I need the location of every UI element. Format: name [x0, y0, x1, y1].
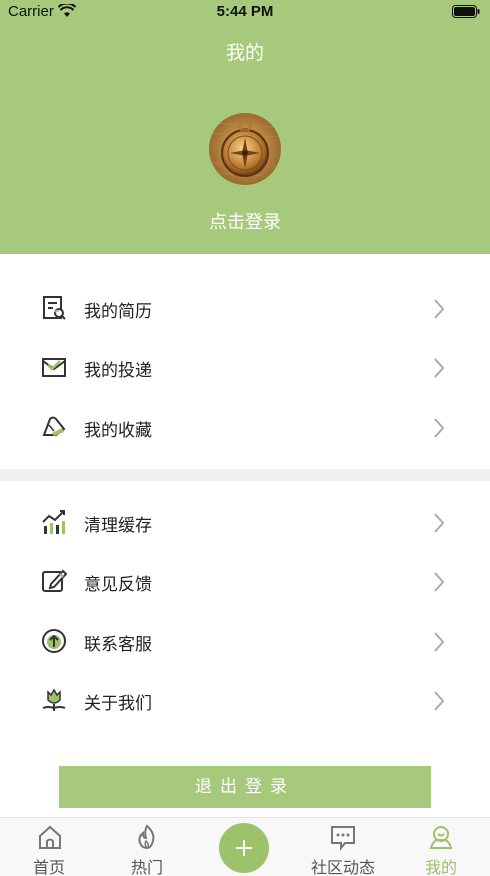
flower-icon	[42, 688, 66, 711]
status-bar: Carrier 5:44 PM	[0, 0, 490, 24]
upload-circle-icon	[42, 629, 66, 653]
menu-label-resume: 我的简历	[84, 302, 152, 322]
chat-icon	[331, 826, 355, 851]
compass-avatar-icon	[209, 113, 281, 185]
avatar[interactable]	[209, 113, 281, 185]
chart-bars-icon	[42, 510, 65, 534]
envelope-check-icon	[42, 358, 66, 377]
menu-label-about: 关于我们	[84, 694, 152, 714]
tab-label-hot: 热门	[130, 858, 163, 876]
chevron-right-icon	[434, 299, 445, 319]
page-title: 我的	[225, 42, 264, 64]
menu-item-favorites[interactable]: 我的收藏	[0, 398, 490, 457]
tab-mine[interactable]: 我的	[392, 818, 490, 876]
flame-icon	[138, 824, 155, 850]
login-link[interactable]: 点击登录	[0, 208, 490, 234]
home-icon	[39, 825, 61, 849]
chevron-right-icon	[434, 691, 445, 711]
chevron-right-icon	[434, 513, 445, 533]
resume-search-icon	[43, 296, 66, 320]
menu-item-feedback[interactable]: 意见反馈	[0, 552, 490, 611]
battery-icon	[452, 5, 480, 18]
tab-label-community: 社区动态	[310, 858, 375, 876]
add-post-button[interactable]	[219, 823, 269, 873]
chevron-right-icon	[434, 632, 445, 652]
tab-home[interactable]: 首页	[0, 818, 98, 876]
tab-community[interactable]: 社区动态	[294, 818, 392, 876]
edit-icon	[42, 569, 68, 592]
menu-item-about[interactable]: 关于我们	[0, 671, 490, 730]
tab-hot[interactable]: 热门	[98, 818, 196, 876]
menu-item-applications[interactable]: 我的投递	[0, 338, 490, 397]
chevron-right-icon	[434, 572, 445, 592]
menu-item-customer-service[interactable]: 联系客服	[0, 612, 490, 671]
profile-icon	[429, 826, 453, 849]
tab-label-mine: 我的	[424, 858, 457, 876]
menu-label-feedback: 意见反馈	[84, 575, 152, 595]
menu-label-clear-cache: 清理缓存	[84, 516, 152, 536]
menu-item-resume[interactable]: 我的简历	[0, 279, 490, 338]
tab-bar: 首页 热门 社区动态 我的	[0, 817, 490, 876]
menu-label-favorites: 我的收藏	[84, 421, 152, 441]
profile-header: Carrier 5:44 PM 我的 点击登录	[0, 0, 490, 254]
chevron-right-icon	[434, 358, 445, 378]
menu-label-applications: 我的投递	[84, 361, 152, 381]
section-divider	[0, 469, 490, 481]
tab-label-home: 首页	[32, 858, 65, 876]
logout-button[interactable]: 退出登录	[59, 766, 431, 808]
plus-icon	[236, 840, 252, 856]
bookmark-icon	[42, 416, 66, 436]
menu-label-customer-service: 联系客服	[84, 635, 152, 655]
clock: 5:44 PM	[216, 3, 274, 20]
chevron-right-icon	[434, 418, 445, 438]
menu-item-clear-cache[interactable]: 清理缓存	[0, 493, 490, 552]
